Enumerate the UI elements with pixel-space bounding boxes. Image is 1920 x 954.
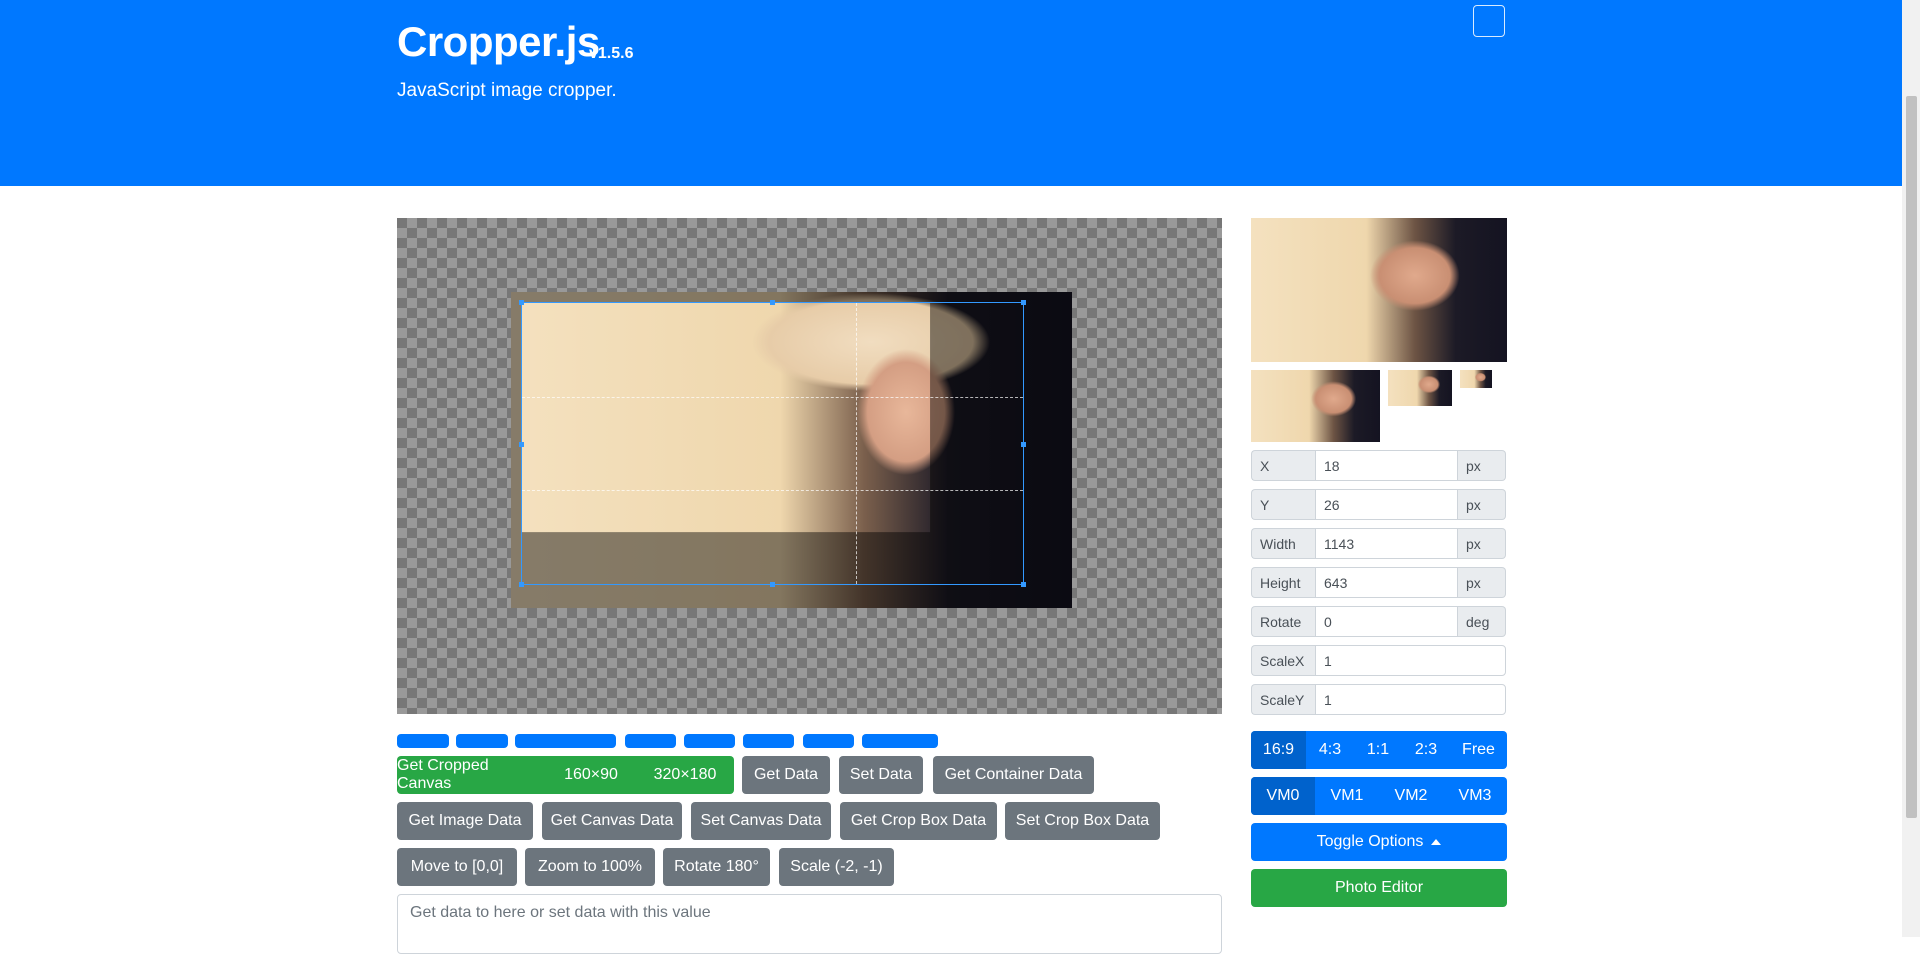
toolbar-button-crop[interactable]	[684, 734, 735, 748]
data-height-group: Height 643 px	[1251, 567, 1506, 598]
view-mode-0[interactable]: VM0	[1251, 777, 1315, 815]
data-scaley-label: ScaleY	[1251, 684, 1315, 715]
crop-handle-ne[interactable]	[1021, 300, 1026, 305]
scrollbar-thumb[interactable]	[1906, 96, 1917, 818]
data-scaley-group: ScaleY 1	[1251, 684, 1506, 715]
crop-handle-s[interactable]	[770, 582, 775, 587]
toolbar-button-reset[interactable]	[862, 734, 938, 748]
get-crop-box-data-button[interactable]: Get Crop Box Data	[840, 802, 997, 840]
data-rotate-group: Rotate 0 deg	[1251, 606, 1506, 637]
crop-guide-horizontal	[522, 396, 1023, 398]
data-y-group: Y 26 px	[1251, 489, 1506, 520]
get-container-data-button[interactable]: Get Container Data	[933, 756, 1094, 794]
preview-tiny	[1460, 370, 1492, 388]
cropper-container[interactable]	[397, 218, 1222, 714]
crop-handle-e[interactable]	[1021, 442, 1026, 447]
page-header: Cropper.js v1.5.6 JavaScript image cropp…	[0, 0, 1902, 186]
data-y-unit: px	[1458, 489, 1506, 520]
data-scalex-group: ScaleX 1	[1251, 645, 1506, 676]
aspect-ratio-free[interactable]: Free	[1450, 731, 1507, 769]
view-mode-1[interactable]: VM1	[1315, 777, 1379, 815]
set-crop-box-data-button[interactable]: Set Crop Box Data	[1005, 802, 1160, 840]
data-textarea[interactable]: Get data to here or set data with this v…	[397, 894, 1222, 954]
data-width-label: Width	[1251, 528, 1315, 559]
crop-handle-nw[interactable]	[519, 300, 524, 305]
data-x-label: X	[1251, 450, 1315, 481]
aspect-ratio-16-9[interactable]: 16:9	[1251, 731, 1306, 769]
move-to-origin-button[interactable]: Move to [0,0]	[397, 848, 517, 886]
rotate-180-button[interactable]: Rotate 180°	[663, 848, 770, 886]
data-width-input[interactable]: 1143	[1315, 528, 1458, 559]
crop-handle-w[interactable]	[519, 442, 524, 447]
data-y-label: Y	[1251, 489, 1315, 520]
zoom-to-100-button[interactable]: Zoom to 100%	[525, 848, 655, 886]
get-cropped-canvas-button[interactable]: Get Cropped Canvas	[397, 756, 546, 794]
navbar-toggler-icon[interactable]	[1473, 5, 1505, 37]
data-rotate-label: Rotate	[1251, 606, 1315, 637]
aspect-ratio-4-3[interactable]: 4:3	[1306, 731, 1354, 769]
aspect-ratio-group: 16:9 4:3 1:1 2:3 Free	[1251, 731, 1507, 769]
cropped-canvas-320-button[interactable]: 320×180	[636, 756, 734, 794]
photo-editor-button[interactable]: Photo Editor	[1251, 869, 1507, 907]
crop-handle-sw[interactable]	[519, 582, 524, 587]
get-image-data-button[interactable]: Get Image Data	[397, 802, 533, 840]
data-x-unit: px	[1458, 450, 1506, 481]
data-y-input[interactable]: 26	[1315, 489, 1458, 520]
view-mode-2[interactable]: VM2	[1379, 777, 1443, 815]
scale-button[interactable]: Scale (-2, -1)	[779, 848, 894, 886]
data-width-unit: px	[1458, 528, 1506, 559]
toggle-options-button[interactable]: Toggle Options	[1251, 823, 1507, 861]
toggle-options-label: Toggle Options	[1316, 833, 1424, 850]
preview-medium	[1251, 370, 1380, 442]
get-data-button[interactable]: Get Data	[742, 756, 830, 794]
toolbar-button-zoom[interactable]	[456, 734, 508, 748]
toolbar-button-rotate[interactable]	[515, 734, 616, 748]
set-data-button[interactable]: Set Data	[839, 756, 923, 794]
get-canvas-data-button[interactable]: Get Canvas Data	[542, 802, 682, 840]
view-mode-3[interactable]: VM3	[1443, 777, 1507, 815]
cropped-canvas-group: Get Cropped Canvas 160×90 320×180	[397, 756, 734, 794]
toolbar-button-lock[interactable]	[803, 734, 854, 748]
view-mode-group: VM0 VM1 VM2 VM3	[1251, 777, 1507, 815]
data-x-input[interactable]: 18	[1315, 450, 1458, 481]
data-scalex-label: ScaleX	[1251, 645, 1315, 676]
aspect-ratio-1-1[interactable]: 1:1	[1354, 731, 1402, 769]
data-rotate-input[interactable]: 0	[1315, 606, 1458, 637]
data-height-input[interactable]: 643	[1315, 567, 1458, 598]
crop-guide-horizontal	[522, 490, 1023, 492]
crop-handle-n[interactable]	[770, 300, 775, 305]
crop-box[interactable]	[519, 300, 1026, 587]
cropped-canvas-160-button[interactable]: 160×90	[546, 756, 636, 794]
data-height-unit: px	[1458, 567, 1506, 598]
data-scaley-input[interactable]: 1	[1315, 684, 1506, 715]
toolbar-button-flip[interactable]	[625, 734, 676, 748]
toolbar-button-move[interactable]	[397, 734, 449, 748]
crop-handle-se[interactable]	[1021, 582, 1026, 587]
page-tagline: JavaScript image cropper.	[397, 80, 617, 101]
crop-guide-vertical	[855, 303, 857, 584]
version-badge: v1.5.6	[589, 45, 634, 62]
preview-large	[1251, 218, 1507, 362]
preview-small	[1388, 370, 1452, 406]
data-width-group: Width 1143 px	[1251, 528, 1506, 559]
set-canvas-data-button[interactable]: Set Canvas Data	[691, 802, 831, 840]
data-rotate-unit: deg	[1458, 606, 1506, 637]
aspect-ratio-2-3[interactable]: 2:3	[1402, 731, 1450, 769]
crop-guide-vertical	[689, 303, 690, 584]
page-title: Cropper.js	[397, 18, 600, 65]
caret-up-icon	[1431, 839, 1442, 845]
toolbar-button-clear[interactable]	[743, 734, 794, 748]
data-x-group: X 18 px	[1251, 450, 1506, 481]
data-scalex-input[interactable]: 1	[1315, 645, 1506, 676]
data-height-label: Height	[1251, 567, 1315, 598]
